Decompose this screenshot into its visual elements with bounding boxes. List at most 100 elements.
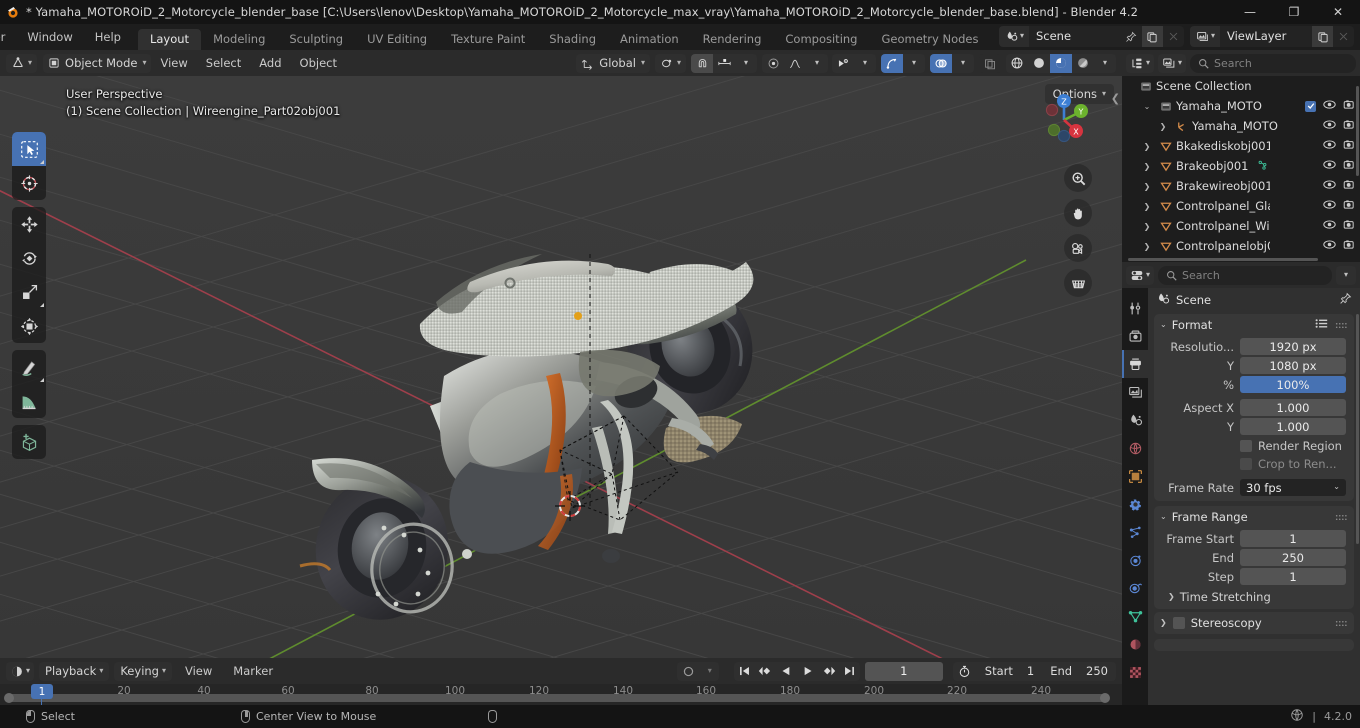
playhead[interactable]: 1: [31, 684, 53, 699]
record-icon[interactable]: [677, 662, 701, 681]
outliner-vertical-scrollbar[interactable]: [1356, 86, 1359, 176]
auto-key-dropdown-icon[interactable]: ▾: [701, 662, 719, 681]
menu-help[interactable]: Help: [84, 24, 132, 50]
auto-keying-controls[interactable]: ▾: [676, 661, 719, 681]
outliner-row-yamaha-empty[interactable]: ❯ Yamaha_MOTO: [1122, 116, 1360, 136]
frame-start-control[interactable]: Start 1: [977, 662, 1042, 681]
motorcycle-model[interactable]: [0, 76, 1122, 658]
viewport-menu-select[interactable]: Select: [197, 50, 250, 76]
scale-tool[interactable]: [12, 275, 46, 309]
crop-to-render-checkbox[interactable]: [1240, 458, 1252, 470]
expand-toggle[interactable]: ⌄: [1138, 102, 1156, 111]
properties-editor-icon[interactable]: ▾: [1126, 265, 1155, 285]
camera-icon[interactable]: [1343, 139, 1356, 153]
gizmo-dropdown-icon[interactable]: ▾: [903, 54, 925, 73]
tab-world-icon[interactable]: [1122, 434, 1148, 462]
pan-hand-icon[interactable]: [1064, 199, 1092, 227]
tab-physics-icon[interactable]: [1122, 546, 1148, 574]
timeline-scrubber[interactable]: 20 40 60 80 100 120 140 160 180 200 220 …: [0, 684, 1122, 713]
tab-animation[interactable]: Animation: [608, 29, 691, 50]
tab-texture-icon[interactable]: [1122, 658, 1148, 686]
camera-icon[interactable]: [1343, 239, 1356, 253]
remove-viewlayer-icon[interactable]: [1333, 26, 1354, 47]
stopwatch-icon[interactable]: [953, 662, 977, 681]
tab-modifier-icon[interactable]: [1122, 490, 1148, 518]
viewport-canvas[interactable]: User Perspective (1) Scene Collection | …: [0, 76, 1122, 658]
eye-icon[interactable]: [1323, 139, 1336, 153]
jump-to-start-icon[interactable]: [734, 662, 755, 681]
snapping-controls[interactable]: ▾: [691, 53, 757, 73]
object-mode-selector[interactable]: Object Mode ▾: [43, 53, 152, 73]
viewlayer-icon[interactable]: ▾: [1189, 26, 1220, 47]
gizmo-controls[interactable]: ▾: [881, 53, 925, 73]
panel-drag-handle[interactable]: [1335, 617, 1348, 630]
stereoscopy-panel[interactable]: ❯ Stereoscopy: [1154, 612, 1354, 634]
overlay-dropdown-icon[interactable]: ▾: [952, 54, 974, 73]
cursor-tool[interactable]: [12, 166, 46, 200]
eye-icon[interactable]: [1323, 159, 1336, 173]
render-region-checkbox[interactable]: [1240, 440, 1252, 452]
transform-tool[interactable]: [12, 309, 46, 343]
rendered-shading-icon[interactable]: [1072, 54, 1094, 73]
sidebar-toggle-icon[interactable]: ❮: [1111, 92, 1120, 105]
eye-icon[interactable]: [1323, 99, 1336, 113]
current-frame-field[interactable]: 1: [864, 661, 943, 681]
outliner-display-mode-icon[interactable]: ▾: [1126, 53, 1155, 73]
tab-sculpting[interactable]: Sculpting: [277, 29, 355, 50]
format-panel-header[interactable]: ⌄ Format: [1154, 314, 1354, 336]
frame-rate-dropdown[interactable]: 30 fps ⌄: [1240, 479, 1346, 496]
collection-checkbox[interactable]: [1305, 100, 1316, 112]
crop-to-render-region-row[interactable]: Crop to Ren...: [1240, 457, 1346, 471]
viewport-menu-view[interactable]: View: [151, 50, 196, 76]
prev-keyframe-icon[interactable]: [755, 662, 776, 681]
aspect-x-field[interactable]: 1.000: [1240, 399, 1346, 416]
maximize-button[interactable]: ❐: [1272, 0, 1316, 24]
magnet-icon[interactable]: [691, 53, 713, 73]
show-overlays-icon[interactable]: [930, 53, 952, 73]
expand-toggle[interactable]: ❯: [1138, 222, 1156, 231]
falloff-curve-icon[interactable]: [784, 54, 806, 73]
pivot-point-selector[interactable]: ▾: [654, 53, 686, 73]
tab-viewlayer-icon[interactable]: [1122, 378, 1148, 406]
new-viewlayer-icon[interactable]: [1312, 26, 1333, 47]
properties-scrollbar[interactable]: [1356, 314, 1359, 544]
xray-icon[interactable]: [979, 54, 1001, 73]
camera-icon[interactable]: [1343, 199, 1356, 213]
wireframe-shading-icon[interactable]: [1006, 54, 1028, 73]
unlink-scene-icon[interactable]: [1163, 26, 1184, 47]
eye-icon[interactable]: [1323, 239, 1336, 253]
properties-search-input[interactable]: Search: [1158, 265, 1332, 285]
panel-collapse-icon[interactable]: ⌄: [1160, 512, 1167, 521]
visibility-dropdown-icon[interactable]: ▾: [854, 54, 876, 73]
stereoscopy-checkbox[interactable]: [1172, 617, 1185, 629]
minimize-button[interactable]: —: [1228, 0, 1272, 24]
tab-compositing[interactable]: Compositing: [773, 29, 869, 50]
material-preview-shading-icon[interactable]: [1050, 53, 1072, 73]
expand-toggle[interactable]: ❯: [1138, 142, 1156, 151]
viewport-menu-object[interactable]: Object: [291, 50, 346, 76]
outliner-row-controlpanel-wire[interactable]: ❯ Controlpanel_Wire: [1122, 216, 1360, 236]
panel-drag-handle[interactable]: [1335, 511, 1348, 524]
viewport-menu-add[interactable]: Add: [250, 50, 290, 76]
xray-toggle[interactable]: [979, 53, 1001, 73]
tab-particles-icon[interactable]: [1122, 518, 1148, 546]
expand-toggle[interactable]: ❯: [1138, 162, 1156, 171]
scene-icon[interactable]: ▾: [998, 26, 1029, 47]
tab-material-icon[interactable]: [1122, 630, 1148, 658]
resolution-y-field[interactable]: 1080 px: [1240, 357, 1346, 374]
snap-dropdown-icon[interactable]: ▾: [735, 54, 757, 73]
annotate-tool[interactable]: [12, 350, 46, 384]
menu-window[interactable]: Window: [16, 24, 83, 50]
camera-icon[interactable]: [1343, 119, 1356, 133]
eye-icon[interactable]: [1323, 219, 1336, 233]
timeline-menu-view[interactable]: View: [177, 658, 220, 684]
frame-start-field[interactable]: 1: [1240, 530, 1346, 547]
add-cube-tool[interactable]: [12, 425, 46, 459]
outliner-search-input[interactable]: Search: [1190, 53, 1356, 73]
keying-dropdown[interactable]: Keying ▾: [114, 661, 172, 681]
camera-icon[interactable]: [1343, 159, 1356, 173]
tab-data-icon[interactable]: [1122, 602, 1148, 630]
camera-icon[interactable]: [1343, 219, 1356, 233]
close-button[interactable]: ✕: [1316, 0, 1360, 24]
outliner-row-brakeobj001[interactable]: ❯ Brakeobj001: [1122, 156, 1360, 176]
